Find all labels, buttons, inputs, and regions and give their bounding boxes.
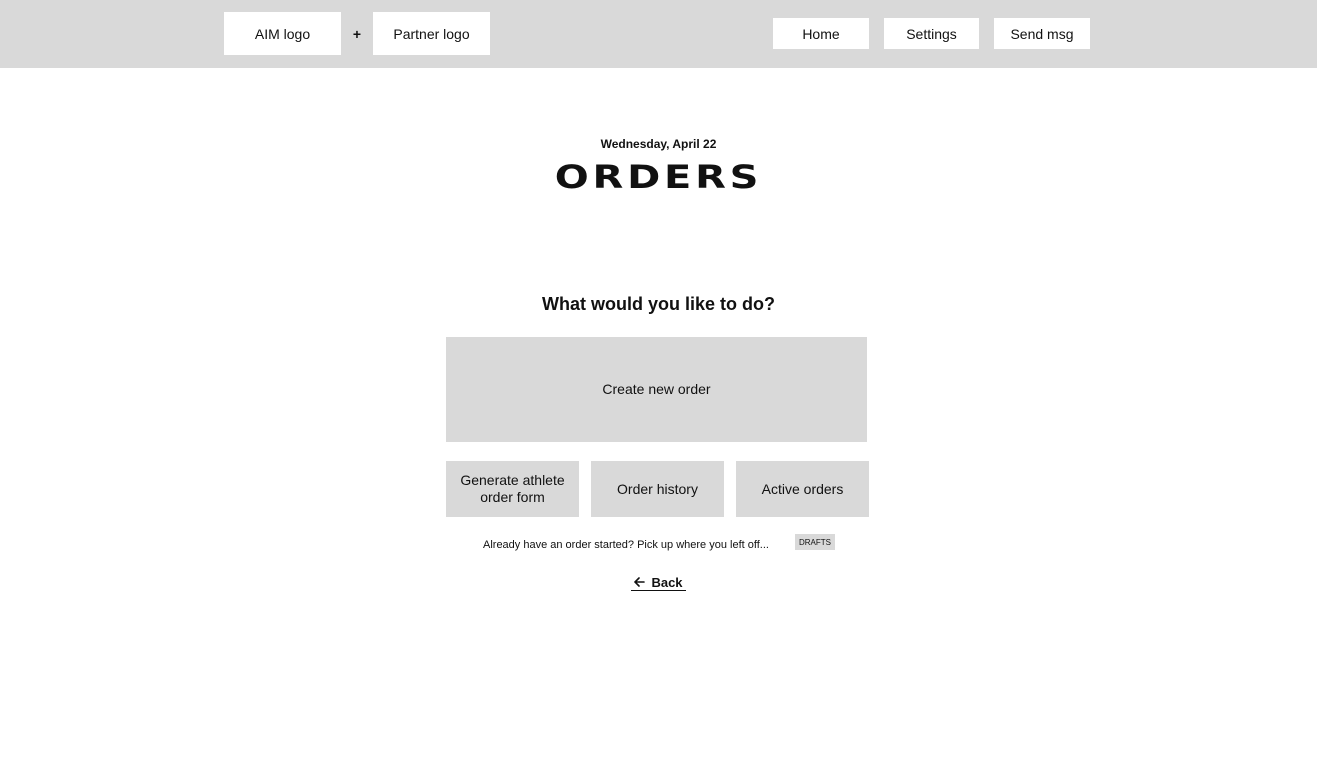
arrow-left-icon <box>634 577 646 587</box>
nav-settings-button[interactable]: Settings <box>884 18 979 49</box>
nav-send-msg-button[interactable]: Send msg <box>994 18 1090 49</box>
partner-logo[interactable]: Partner logo <box>373 12 490 55</box>
action-prompt: What would you like to do? <box>542 294 775 314</box>
drafts-badge-button[interactable]: DRAFTS <box>795 534 835 550</box>
generate-athlete-order-form-button[interactable]: Generate athlete order form <box>446 461 579 517</box>
create-new-order-button[interactable]: Create new order <box>446 337 867 442</box>
back-link[interactable]: Back <box>631 574 686 591</box>
nav-home-button[interactable]: Home <box>773 18 869 49</box>
active-orders-button[interactable]: Active orders <box>736 461 869 517</box>
current-date: Wednesday, April 22 <box>600 137 717 151</box>
top-bar: AIM logo + Partner logo Home Settings Se… <box>0 0 1317 68</box>
aim-logo[interactable]: AIM logo <box>224 12 341 55</box>
back-label: Back <box>651 574 683 590</box>
order-history-button[interactable]: Order history <box>591 461 724 517</box>
resume-draft-text: Already have an order started? Pick up w… <box>483 539 769 551</box>
page-title: ORDERS <box>554 158 763 196</box>
plus-sign: + <box>352 26 362 42</box>
